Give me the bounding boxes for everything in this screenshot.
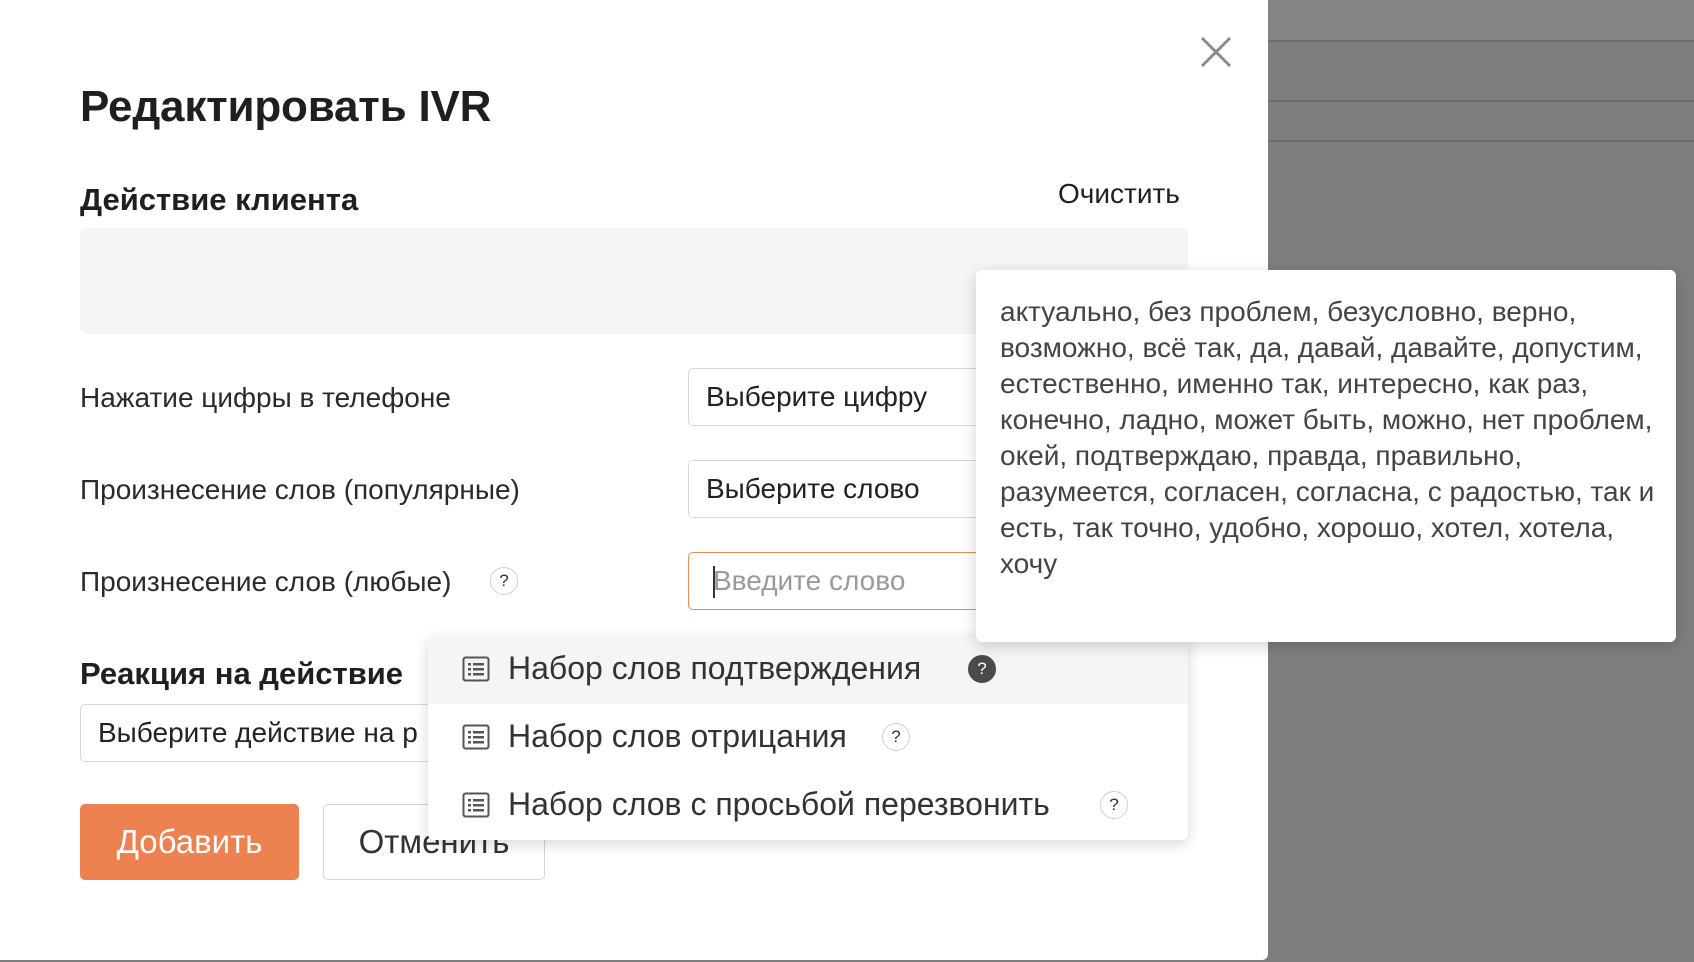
word-set-dropdown: Набор слов подтверждения ? Набор слов от… <box>428 636 1188 840</box>
callback-help-icon[interactable]: ? <box>1100 791 1128 819</box>
background-divider <box>1268 140 1694 142</box>
dropdown-item-negation[interactable]: Набор слов отрицания ? <box>428 704 1188 772</box>
tooltip-text: актуально, без проблем, безусловно, верн… <box>1000 296 1655 579</box>
dropdown-item-label: Набор слов подтверждения <box>508 650 922 686</box>
close-button[interactable] <box>1196 32 1236 72</box>
any-words-label: Произнесение слов (любые) <box>80 566 452 597</box>
background-divider <box>1268 40 1694 42</box>
page-title: Редактировать IVR <box>80 82 492 131</box>
list-icon <box>462 724 490 750</box>
dropdown-item-callback[interactable]: Набор слов с просьбой перезвонить ? <box>428 772 1188 840</box>
confirmation-help-icon[interactable]: ? <box>968 655 996 683</box>
client-action-title: Действие клиента <box>80 182 359 217</box>
clear-button[interactable]: Очистить <box>1058 178 1180 210</box>
dropdown-item-confirmation[interactable]: Набор слов подтверждения ? <box>428 636 1188 704</box>
popular-words-label: Произнесение слов (популярные) <box>80 474 520 505</box>
confirmation-words-tooltip: актуально, без проблем, безусловно, верн… <box>976 270 1676 642</box>
any-words-help-icon[interactable]: ? <box>490 567 518 595</box>
dropdown-item-label: Набор слов отрицания <box>508 718 847 754</box>
close-icon <box>1200 36 1232 68</box>
negation-help-icon[interactable]: ? <box>882 723 910 751</box>
background-header <box>1268 0 1694 40</box>
list-icon <box>462 656 490 682</box>
list-icon <box>462 792 490 818</box>
dropdown-item-label: Набор слов с просьбой перезвонить <box>508 786 1050 822</box>
add-button[interactable]: Добавить <box>80 804 299 880</box>
digit-press-label: Нажатие цифры в телефоне <box>80 382 451 413</box>
text-caret <box>713 566 715 598</box>
background-divider <box>1268 100 1694 102</box>
reaction-title: Реакция на действие <box>80 656 404 691</box>
